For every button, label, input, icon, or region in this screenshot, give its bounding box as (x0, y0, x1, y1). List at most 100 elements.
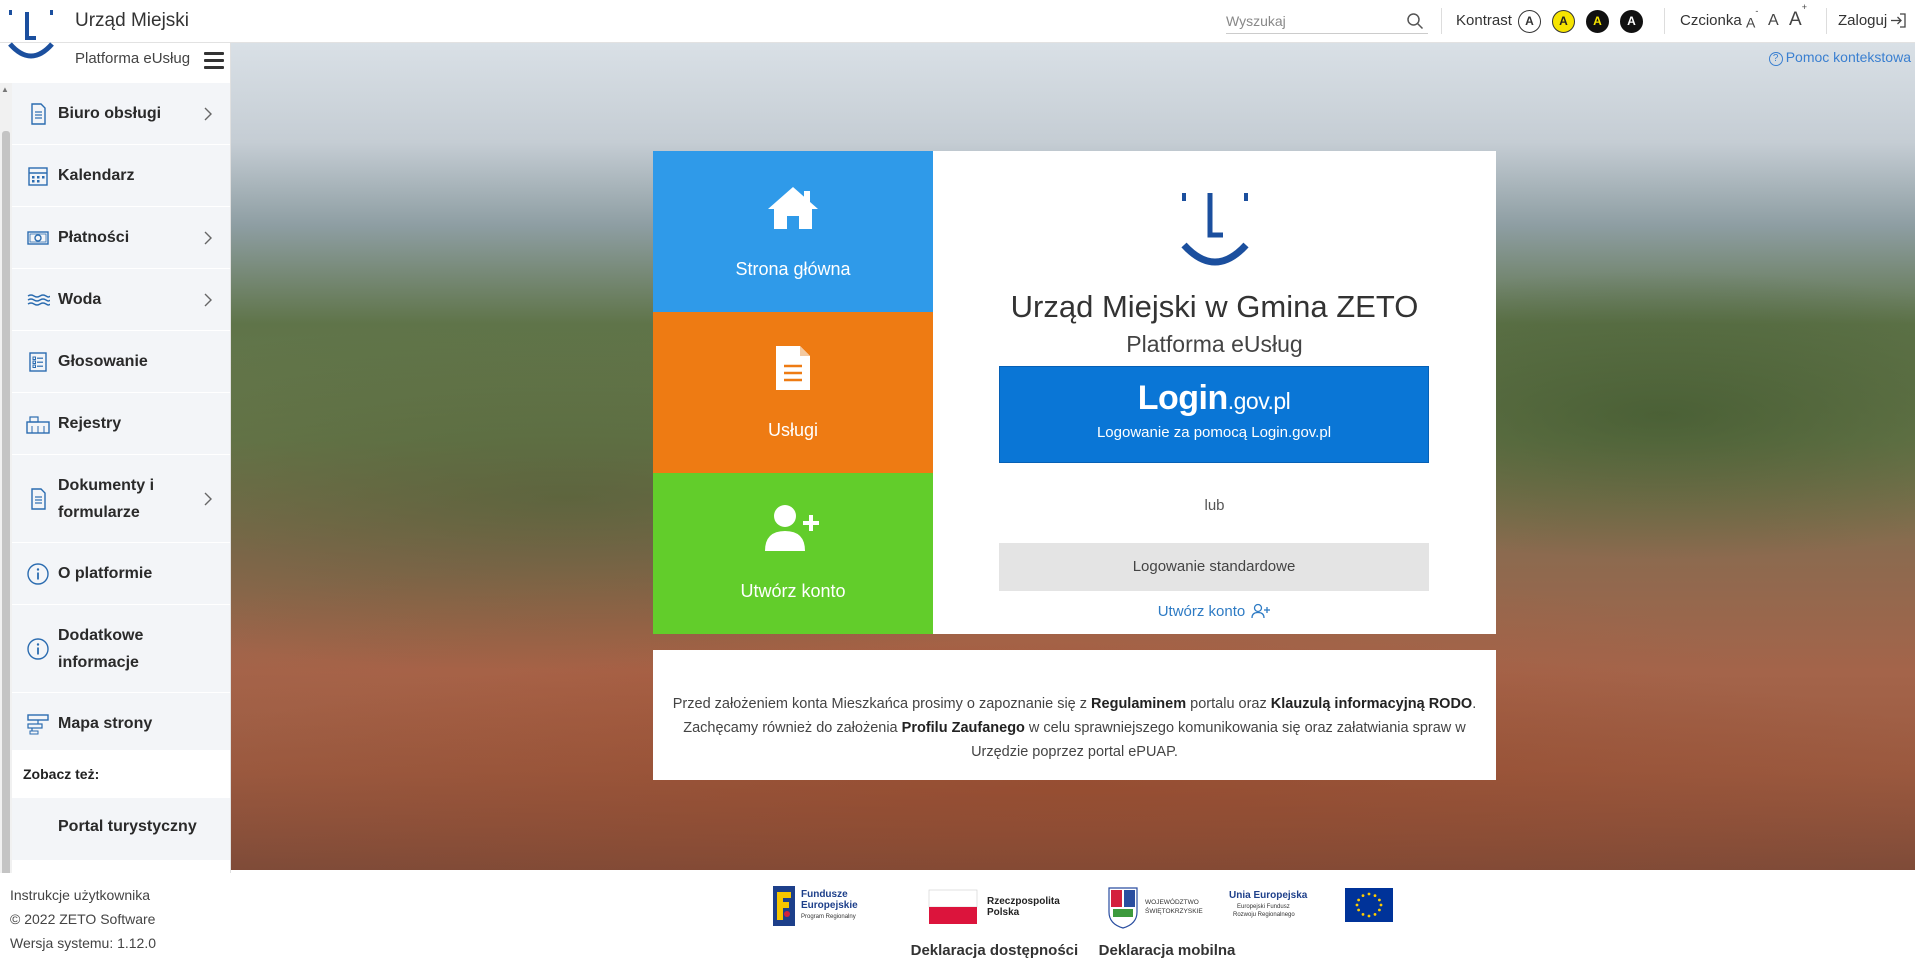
info-icon (27, 562, 49, 585)
sidebar-item-woda[interactable]: Woda (12, 269, 230, 331)
see-also-label: Zobacz też: (23, 766, 100, 782)
sidebar-scrollbar[interactable]: ▲ ▼ (0, 83, 12, 908)
create-account-link-label: Utwórz konto (1157, 603, 1246, 620)
trusted-profile-link[interactable]: Profilu Zaufanego (902, 720, 1025, 736)
ws-line2: ŚWIĘTOKRZYSKIE (1145, 906, 1203, 915)
sidebar-item-label: O platformie (58, 565, 153, 582)
sidebar-menu: Biuro obsługi Kalendarz Płatności Woda G… (12, 83, 230, 755)
tile-create-account[interactable]: Utwórz konto (653, 473, 933, 634)
context-help-label: Pomoc kontekstowa (1785, 49, 1911, 65)
chevron-right-icon (204, 293, 212, 306)
login-icon[interactable] (1890, 12, 1907, 29)
info-notice: Przed założeniem konta Mieszkańca prosim… (653, 650, 1496, 780)
tile-create-account-label: Utwórz konto (740, 581, 846, 601)
add-user-icon (1251, 603, 1271, 619)
unia-europejska-logo: Unia Europejska Europejski Fundusz Rozwo… (1229, 888, 1393, 922)
money-icon (27, 230, 49, 245)
ue-line1: Unia Europejska (1229, 890, 1308, 901)
standard-login-button[interactable]: Logowanie standardowe (999, 543, 1429, 591)
eu-funding-logos: Fundusze Europejskie Program Regionalny … (773, 886, 1393, 929)
ws-line1: WOJEWÓDZTWO (1145, 897, 1199, 906)
tile-home-label: Strona główna (735, 259, 851, 279)
contrast-black-white-button[interactable]: A (1620, 10, 1643, 33)
sidebar-item-dokumenty[interactable]: Dokumenty i formularze (12, 455, 230, 543)
divider (1664, 8, 1665, 34)
info-text-4: w celu sprawniejszego komunikowania się … (971, 720, 1466, 760)
font-increase-mark: + (1801, 1, 1807, 12)
divider (1826, 8, 1827, 34)
user-manual-link[interactable]: Instrukcje użytkownika (10, 883, 221, 907)
font-decrease-button[interactable]: A- (1746, 6, 1758, 31)
accessibility-declaration-link[interactable]: Deklaracja dostępności (911, 942, 1079, 959)
logingov-brand: Login (1137, 379, 1229, 417)
scrollbar-thumb[interactable] (2, 131, 10, 901)
font-size-label: Czcionka (1680, 12, 1742, 29)
sidebar-item-label: Głosowanie (58, 353, 148, 370)
sidebar-item-label: Dokumenty i formularze (58, 476, 155, 521)
tile-home[interactable]: Strona główna (653, 151, 933, 312)
ue-line3: Rozwoju Regionalnego (1233, 912, 1295, 918)
info-icon (27, 637, 49, 660)
rodo-link[interactable]: Klauzulą informacyjną RODO (1271, 696, 1472, 712)
mobile-declaration-link[interactable]: Deklaracja mobilna (1099, 942, 1236, 959)
sidebar-item-label: Biuro obsługi (58, 105, 162, 122)
logingov-domain: .gov.pl (1227, 388, 1291, 414)
tile-services-label: Usługi (767, 420, 819, 440)
search-input[interactable] (1226, 10, 1396, 32)
font-decrease-label: A (1746, 14, 1756, 31)
contrast-black-yellow-button[interactable]: A (1586, 10, 1609, 33)
search-icon[interactable] (1406, 12, 1424, 30)
sidebar-item-o-platformie[interactable]: O platformie (12, 543, 230, 605)
rp-line1: Rzeczpospolita (987, 896, 1060, 907)
search-box (1226, 10, 1428, 34)
document-icon (31, 102, 46, 125)
add-user-icon (765, 505, 819, 551)
calendar-icon (28, 166, 48, 186)
tile-services[interactable]: Usługi (653, 312, 933, 473)
sidebar-item-platnosci[interactable]: Płatności (12, 207, 230, 269)
login-link[interactable]: Zaloguj (1838, 12, 1887, 29)
voting-list-icon (29, 351, 47, 372)
copyright-text: © 2022 ZETO Software (10, 911, 156, 927)
create-account-link[interactable]: Utwórz konto (933, 603, 1496, 620)
panel-title: Urząd Miejski w Gmina ZETO (1010, 289, 1419, 324)
fundusze-europejskie-logo: Fundusze Europejskie Program Regionalny (773, 886, 858, 926)
sidebar-item-label: Płatności (58, 229, 130, 246)
sidebar-item-label: Woda (58, 291, 102, 308)
login-panel: Urząd Miejski w Gmina ZETO Platforma eUs… (933, 151, 1496, 634)
sidebar-item-rejestry[interactable]: Rejestry (12, 393, 230, 455)
sidebar-item-label: Mapa strony (58, 715, 153, 732)
logingov-caption: Logowanie za pomocą Login.gov.pl (1096, 424, 1332, 441)
sidebar-item-label: Rejestry (58, 415, 122, 432)
contrast-yellow-button[interactable]: A (1552, 10, 1575, 33)
sidebar-item-biuro-obslugi[interactable]: Biuro obsługi (12, 83, 230, 145)
or-separator: lub (1204, 497, 1225, 514)
font-normal-button[interactable]: A (1768, 12, 1779, 30)
city-logo-icon (1181, 193, 1249, 266)
logingov-button[interactable]: Login.gov.pl Logowanie za pomocą Login.g… (999, 366, 1429, 463)
divider (1441, 8, 1442, 34)
font-decrease-mark: - (1755, 6, 1759, 16)
sidebar-item-mapa-strony[interactable]: Mapa strony (12, 693, 230, 755)
regulamin-link[interactable]: Regulaminem (1091, 696, 1186, 712)
portal-link-label: Portal turystyczny (58, 818, 197, 835)
question-icon: ? (1768, 52, 1783, 66)
document-icon (31, 487, 46, 510)
sidebar-item-portal-turystyczny[interactable]: Portal turystyczny (12, 798, 230, 860)
fe-line3: Program Regionalny (801, 914, 856, 920)
fe-line2: Europejskie (801, 900, 858, 911)
scroll-up-icon[interactable]: ▲ (1, 85, 9, 94)
sidebar-item-dodatkowe-informacje[interactable]: Dodatkowe informacje (12, 605, 230, 693)
contrast-default-button[interactable]: A (1518, 10, 1541, 33)
footer-links: Deklaracja dostępności Deklaracja mobiln… (231, 942, 1915, 960)
city-logo-icon[interactable] (6, 6, 56, 68)
sidebar-item-kalendarz[interactable]: Kalendarz (12, 145, 230, 207)
hamburger-menu-icon[interactable] (204, 52, 224, 70)
font-increase-button[interactable]: A+ (1789, 2, 1807, 31)
main-content: ? Pomoc kontekstowa Strona główna Usługi … (231, 43, 1915, 870)
ue-line2: Europejski Fundusz (1237, 904, 1290, 910)
sidebar-item-glosowanie[interactable]: Głosowanie (12, 331, 230, 393)
context-help-link[interactable]: ? Pomoc kontekstowa (1768, 49, 1911, 66)
chevron-right-icon (204, 107, 212, 120)
platform-label: Platforma eUsług (75, 50, 191, 67)
